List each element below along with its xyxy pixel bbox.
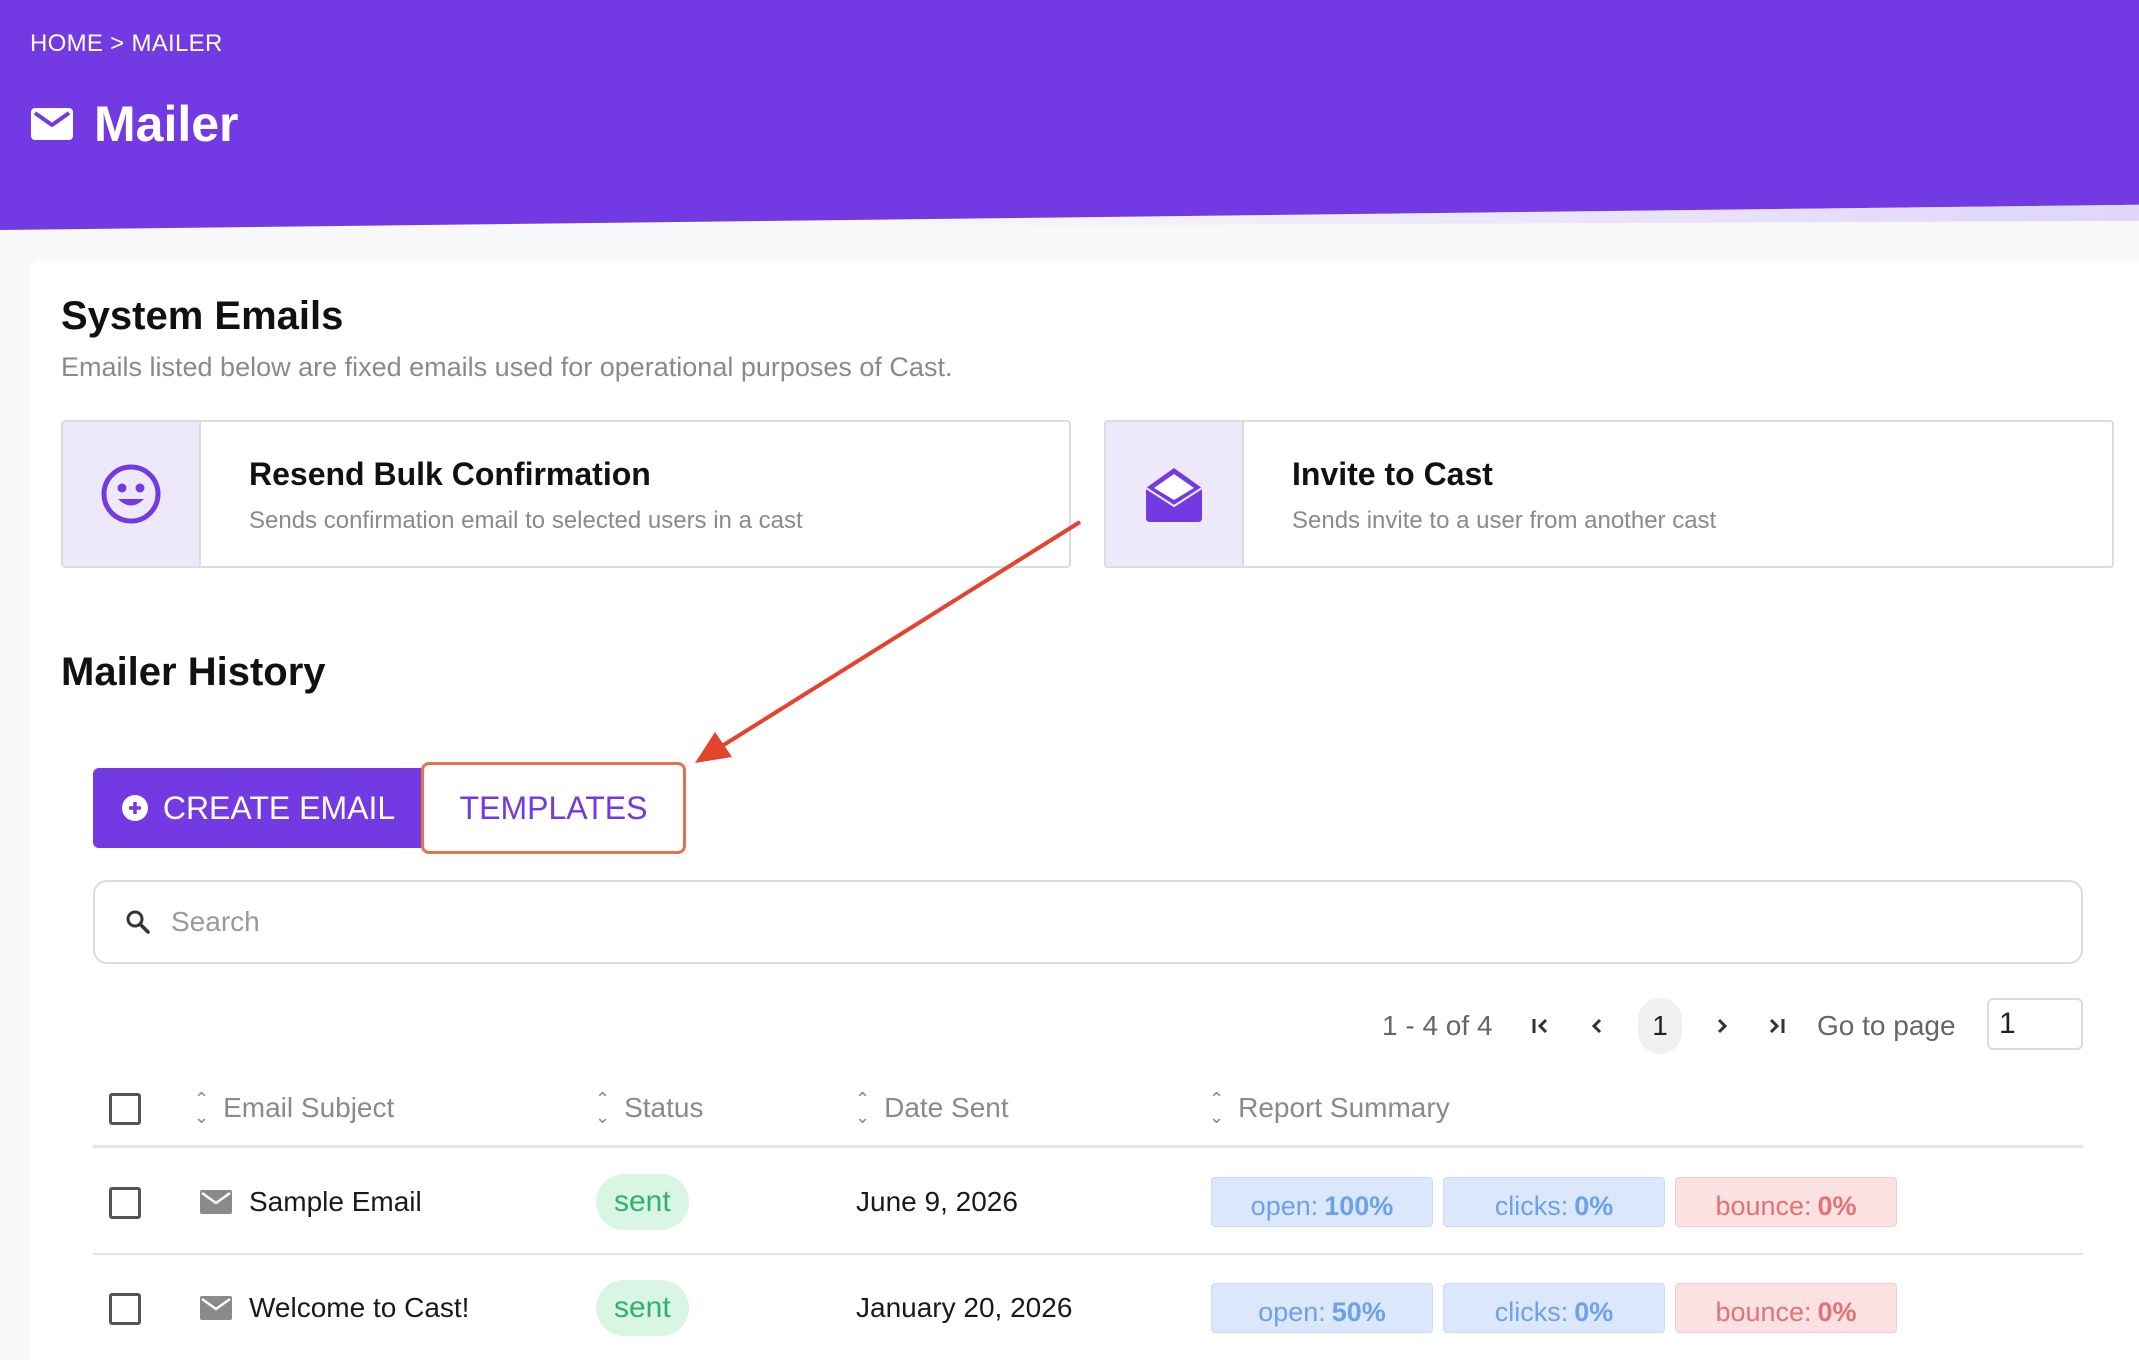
- column-email-subject[interactable]: ⌃ ⌄ Email Subject: [194, 1090, 394, 1126]
- system-email-card-invite[interactable]: Invite to Cast Sends invite to a user fr…: [1104, 420, 2114, 568]
- click-rate-badge: clicks: 0%: [1443, 1177, 1665, 1227]
- date-sent: June 9, 2026: [856, 1186, 1018, 1217]
- open-value: 50%: [1331, 1297, 1386, 1327]
- row-divider: [93, 1253, 2083, 1255]
- create-email-label: CREATE EMAIL: [162, 789, 396, 826]
- page-title-row: Mailer: [30, 95, 239, 153]
- bounce-value: 0%: [1817, 1191, 1857, 1221]
- open-value: 100%: [1324, 1191, 1394, 1221]
- clicks-value: 0%: [1574, 1191, 1614, 1221]
- smiley-icon: [101, 464, 161, 524]
- first-page-button[interactable]: [1519, 1004, 1563, 1048]
- envelope-icon: [200, 1190, 232, 1214]
- sort-icon: ⌃ ⌄: [595, 1089, 611, 1127]
- go-to-page-label: Go to page: [1817, 1010, 1956, 1041]
- bounce-value: 0%: [1817, 1297, 1857, 1327]
- breadcrumb: HOME > MAILER: [30, 30, 223, 57]
- clicks-value: 0%: [1574, 1297, 1614, 1327]
- last-page-icon: [1769, 1018, 1785, 1034]
- status-badge: sent: [596, 1280, 689, 1336]
- current-page[interactable]: 1: [1638, 998, 1682, 1054]
- card-title: Resend Bulk Confirmation: [249, 456, 651, 492]
- system-email-card-resend[interactable]: Resend Bulk Confirmation Sends confirmat…: [61, 420, 1071, 568]
- column-label: Status: [624, 1092, 704, 1123]
- last-page-button[interactable]: [1754, 1004, 1798, 1048]
- search-icon: [126, 910, 150, 934]
- search-bar[interactable]: [93, 880, 2083, 964]
- pagination-range: 1 - 4 of 4: [1382, 1010, 1493, 1041]
- mail-icon: [31, 108, 73, 140]
- email-subject[interactable]: Sample Email: [249, 1186, 422, 1218]
- chevron-right-icon: [1717, 1018, 1728, 1034]
- search-input[interactable]: [171, 906, 1971, 938]
- clicks-label: clicks:: [1494, 1297, 1569, 1327]
- plus-circle-icon: [121, 795, 148, 821]
- page-title: Mailer: [94, 96, 239, 152]
- prev-page-button[interactable]: [1575, 1004, 1619, 1048]
- sort-icon: ⌃ ⌄: [855, 1089, 871, 1127]
- card-title: Invite to Cast: [1292, 456, 1493, 492]
- bounce-rate-badge: bounce: 0%: [1675, 1283, 1897, 1333]
- row-checkbox[interactable]: [109, 1293, 141, 1325]
- sort-icon: ⌃ ⌄: [194, 1089, 210, 1127]
- card-description: Sends invite to a user from another cast: [1292, 507, 1717, 534]
- envelope-icon: [200, 1296, 232, 1320]
- page-header: [0, 0, 2139, 230]
- column-label: Report Summary: [1238, 1092, 1450, 1123]
- first-page-icon: [1532, 1018, 1548, 1034]
- click-rate-badge: clicks: 0%: [1443, 1283, 1665, 1333]
- sort-icon: ⌃ ⌄: [1209, 1089, 1225, 1127]
- templates-button[interactable]: TEMPLATES: [421, 762, 686, 854]
- card-icon-box: [63, 422, 201, 566]
- open-rate-badge: open: 50%: [1211, 1283, 1433, 1333]
- column-report-summary[interactable]: ⌃ ⌄ Report Summary: [1209, 1090, 1450, 1126]
- chevron-left-icon: [1591, 1018, 1602, 1034]
- system-emails-subtitle: Emails listed below are fixed emails use…: [61, 352, 953, 382]
- card-description: Sends confirmation email to selected use…: [249, 507, 803, 534]
- open-label: open:: [1258, 1297, 1326, 1327]
- status-badge: sent: [596, 1174, 689, 1230]
- next-page-button[interactable]: [1700, 1004, 1744, 1048]
- clicks-label: clicks:: [1494, 1191, 1569, 1221]
- column-status[interactable]: ⌃ ⌄ Status: [595, 1090, 703, 1126]
- column-label: Date Sent: [884, 1092, 1009, 1123]
- mailer-history-title: Mailer History: [61, 650, 326, 694]
- card-icon-box: [1106, 422, 1244, 566]
- bounce-label: bounce:: [1715, 1297, 1812, 1327]
- system-emails-title: System Emails: [61, 294, 344, 338]
- select-all-checkbox[interactable]: [109, 1093, 141, 1125]
- bounce-label: bounce:: [1715, 1191, 1812, 1221]
- column-date-sent[interactable]: ⌃ ⌄ Date Sent: [855, 1090, 1009, 1126]
- open-rate-badge: open: 100%: [1211, 1177, 1433, 1227]
- email-subject[interactable]: Welcome to Cast!: [249, 1292, 469, 1324]
- go-to-page-input[interactable]: [1987, 998, 2083, 1050]
- templates-label: TEMPLATES: [459, 789, 648, 826]
- row-checkbox[interactable]: [109, 1187, 141, 1219]
- bounce-rate-badge: bounce: 0%: [1675, 1177, 1897, 1227]
- open-envelope-icon: [1145, 468, 1203, 522]
- column-label: Email Subject: [223, 1092, 395, 1123]
- open-label: open:: [1250, 1191, 1319, 1221]
- create-email-button[interactable]: CREATE EMAIL: [93, 768, 423, 848]
- date-sent: January 20, 2026: [856, 1292, 1073, 1323]
